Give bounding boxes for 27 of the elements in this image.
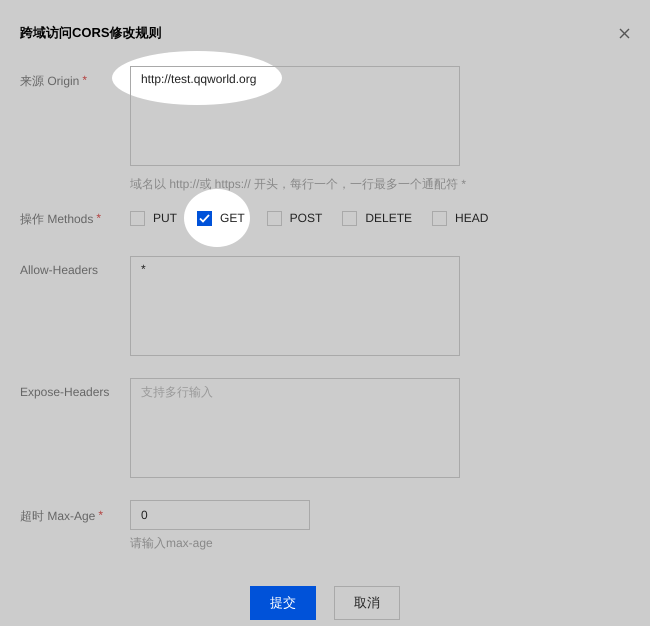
field-label: 操作 Methods xyxy=(20,211,94,228)
method-option[interactable]: HEAD xyxy=(432,209,488,227)
checkbox[interactable] xyxy=(432,210,448,226)
field-label: Allow-Headers xyxy=(20,263,98,277)
method-option[interactable]: POST xyxy=(266,209,322,227)
required-mark: * xyxy=(82,73,88,87)
dialog-title: 跨域访问CORS修改规则 xyxy=(20,24,162,42)
field-label: Expose-Headers xyxy=(20,385,110,399)
cancel-button[interactable]: 取消 xyxy=(334,586,400,620)
input-field[interactable]: 0 xyxy=(130,500,310,530)
method-option[interactable]: DELETE xyxy=(342,209,412,227)
hint-text: 域名以 http://或 https:// 开头，每行一个，一行最多一个通配符 * xyxy=(130,176,466,193)
checkbox[interactable] xyxy=(130,210,145,226)
method-option[interactable]: PUT xyxy=(130,209,177,227)
text-area[interactable]: * xyxy=(130,256,460,356)
method-option[interactable]: GET xyxy=(197,209,245,227)
required-mark: * xyxy=(96,211,102,225)
submit-button[interactable]: 提交 xyxy=(250,586,316,620)
field-label: 超时 Max-Age xyxy=(20,508,96,525)
field-label: 来源 Origin xyxy=(20,73,80,90)
checkbox[interactable] xyxy=(342,210,358,226)
hint-text: 请输入max-age xyxy=(130,535,214,552)
checkbox[interactable] xyxy=(197,210,212,226)
checkbox[interactable] xyxy=(266,210,282,226)
text-area[interactable]: http://test.qqworld.org xyxy=(130,66,460,166)
required-mark: * xyxy=(98,508,104,522)
close-icon[interactable] xyxy=(619,28,630,38)
